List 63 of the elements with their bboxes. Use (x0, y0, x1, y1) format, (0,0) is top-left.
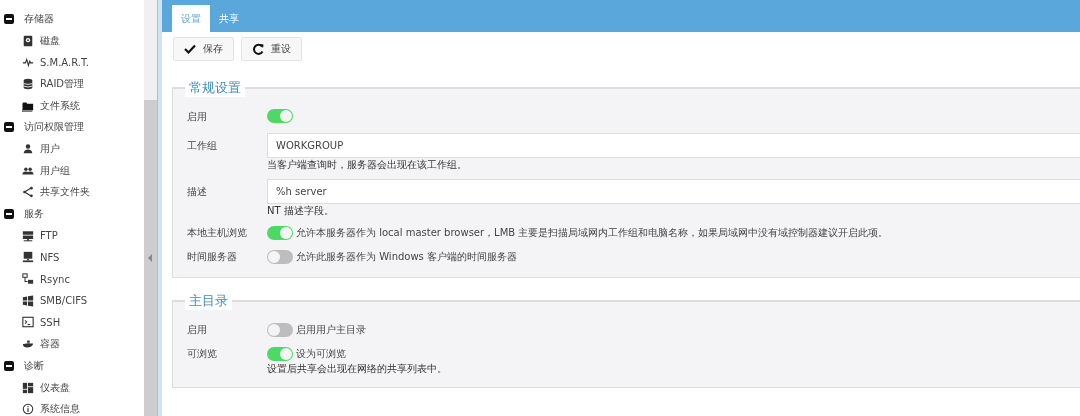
sidebar-item[interactable]: NFS (0, 246, 145, 269)
user-icon (22, 142, 34, 155)
info-icon (22, 403, 34, 416)
collapse-icon (4, 122, 14, 133)
sidebar-item[interactable]: 用户组 (0, 159, 145, 182)
field-label: 本地主机浏览 (187, 226, 248, 240)
share-icon (22, 186, 34, 199)
toggle-switch[interactable] (267, 347, 293, 361)
toggle-label: 允许此服务器作为 Windows 客户端的时间服务器 (296, 250, 517, 264)
field-label: 启用 (187, 110, 208, 124)
sidebar-item[interactable]: 容器 (0, 333, 145, 355)
sidebar-item[interactable]: S.M.A.R.T. (0, 51, 145, 74)
text-field[interactable]: %h server (267, 179, 1080, 204)
sidebar-item[interactable]: 磁盘 (0, 29, 145, 52)
collapse-icon (4, 13, 14, 24)
text-field[interactable]: WORKGROUP (267, 133, 1080, 158)
sidebar-group[interactable]: 访问权限管理 (0, 116, 145, 139)
server-icon (22, 229, 34, 242)
sidebar-item[interactable]: 系统信息 (0, 398, 145, 416)
field-label: 可浏览 (187, 347, 218, 361)
collapse-icon (4, 360, 14, 371)
toggle-label: 启用用户主目录 (296, 323, 366, 337)
toggle-label: 设为可浏览 (296, 347, 346, 361)
field-label: 启用 (187, 323, 208, 337)
help-text: NT 描述字段。 (267, 205, 335, 217)
toggle-switch[interactable] (267, 109, 293, 123)
help-text: 设置后共享会出现在网络的共享列表中。 (267, 363, 448, 375)
toolbar-button[interactable]: 保存 (173, 37, 234, 61)
dashboard-icon (22, 381, 34, 394)
sidebar-group[interactable]: 存储器 (0, 8, 145, 30)
sidebar-item[interactable]: RAID管理 (0, 73, 145, 95)
sidebar-item[interactable]: SSH (0, 311, 145, 334)
toggle-switch[interactable] (267, 226, 293, 240)
sidebar-item[interactable]: 共享文件夹 (0, 181, 145, 204)
field-label: 工作组 (187, 139, 218, 153)
refresh-icon (252, 43, 264, 55)
terminal-icon (22, 316, 34, 329)
sidebar-item[interactable]: 文件系统 (0, 94, 145, 117)
network-icon (22, 273, 34, 286)
collapse-arrow-icon[interactable] (148, 254, 154, 262)
field-label: 时间服务器 (187, 250, 238, 264)
sidebar-item[interactable]: FTP (0, 224, 145, 247)
sidebar-item[interactable]: 仪表盘 (0, 376, 145, 399)
sidebar-group[interactable]: 服务 (0, 203, 145, 225)
field-label: 描述 (187, 185, 208, 199)
help-text: 当客户端查询时，服务器会出现在该工作组。 (267, 159, 468, 171)
toggle-label: 允许本服务器作为 local master browser，LMB 主要是扫描局域网内工作组和电脑名称，如果局域网中没有域控制器建议开启此项。 (296, 226, 889, 240)
sidebar-item[interactable]: 用户 (0, 138, 145, 160)
sidebar-item[interactable]: Rsync (0, 268, 145, 290)
toolbar-button[interactable]: 重设 (241, 37, 302, 61)
sidebar-group[interactable]: 诊断 (0, 355, 145, 377)
collapse-icon (4, 209, 14, 220)
section-title: 常规设置 (185, 79, 245, 97)
toggle-switch[interactable] (267, 250, 293, 264)
check-icon (184, 43, 196, 55)
monitor-icon (22, 251, 34, 264)
section-title: 主目录 (185, 292, 232, 310)
database-icon (22, 77, 34, 90)
sidebar-item[interactable]: SMB/CIFS (0, 289, 145, 312)
pulse-icon (22, 56, 34, 69)
windows-icon (22, 294, 34, 307)
scrollbar[interactable] (144, 0, 158, 416)
toggle-switch[interactable] (267, 323, 293, 337)
